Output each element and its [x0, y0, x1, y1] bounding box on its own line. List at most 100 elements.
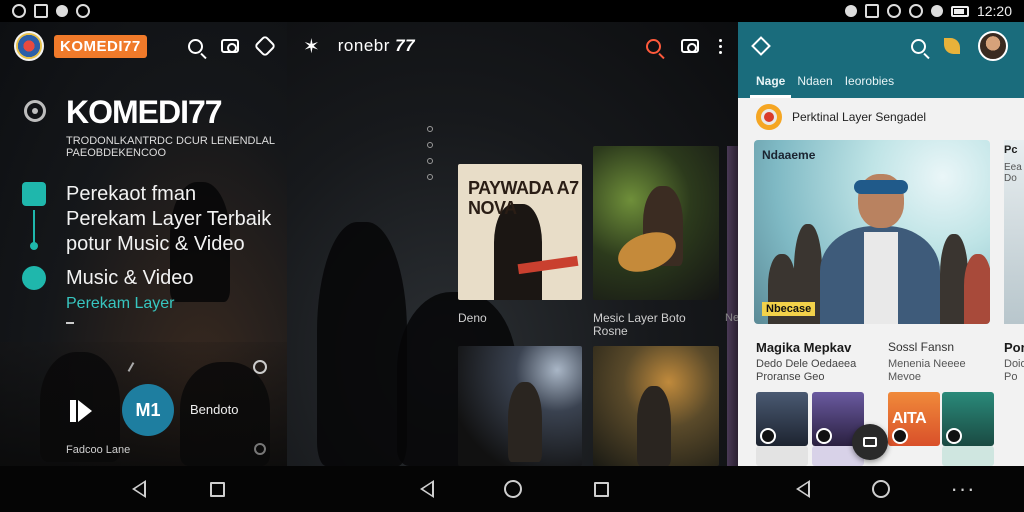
section-subtitle: Doio Po [1004, 358, 1024, 383]
navigation-bar: ··· [0, 466, 1024, 512]
header-actions [188, 34, 277, 58]
recents-button[interactable] [590, 478, 612, 500]
app-header: KOMEDI77 [0, 22, 287, 70]
badge-icon [946, 428, 962, 444]
background-silhouette [317, 222, 407, 466]
badge-icon [816, 428, 832, 444]
alarm-icon [886, 4, 901, 18]
thumbnail[interactable] [756, 392, 808, 446]
feature-text: Perekaot fman Perekam Layer Terbaik potu… [66, 182, 271, 257]
clock: 12:20 [976, 3, 1012, 19]
camera-icon[interactable] [681, 39, 699, 53]
bluetooth-icon [56, 5, 68, 17]
player-controls: M1 Bendoto [0, 342, 287, 466]
status-bar: 12:20 [0, 0, 1024, 22]
panel-browse: ✶ ronebr 77 PAYWADA A7 NOVA Deno Mesic L… [287, 22, 738, 466]
card-subtitle: Eea Do [1004, 162, 1022, 184]
star-icon[interactable]: ✶ [303, 34, 320, 59]
search-icon[interactable] [911, 38, 926, 54]
card-title: Pc [1004, 144, 1018, 156]
tab-nage[interactable]: Nage [750, 70, 792, 98]
diamond-icon[interactable] [751, 36, 771, 56]
tab-ndaen[interactable]: Ndaen [791, 70, 838, 98]
footer-text: Fadcoo Lane [66, 444, 131, 456]
app-name-badge: KOMEDI77 [54, 34, 147, 58]
crowd-figure [964, 254, 990, 324]
header-actions [911, 31, 1008, 61]
badge-icon [892, 428, 908, 444]
badge-icon [760, 428, 776, 444]
thumbnail[interactable] [942, 392, 994, 446]
thumbnail[interactable] [756, 446, 808, 466]
video-badge: Nbecase [762, 302, 816, 316]
recents-icon [209, 481, 225, 497]
video-tag: Ndaaeme [762, 148, 816, 162]
app-header: ✶ ronebr 77 [287, 22, 738, 70]
home-button[interactable] [870, 478, 892, 500]
previous-icon[interactable] [70, 398, 94, 424]
media-card[interactable] [593, 146, 719, 300]
back-icon [132, 480, 146, 498]
title-number: 77 [395, 36, 416, 55]
panel-home: KOMEDI77 KOMEDI77 TRODONLKANTRDC DCUR LE… [0, 22, 287, 466]
feature-line-3: potur Music & Video [66, 233, 245, 255]
leaf-icon[interactable] [944, 38, 960, 54]
expand-icon[interactable] [253, 360, 267, 374]
section-subtitle: Dedo Dele Oedaeea Proranse Geo [756, 358, 857, 383]
section-title[interactable]: Sossl Fansn [888, 340, 954, 354]
home-button[interactable] [502, 478, 524, 500]
share-icon[interactable] [253, 34, 277, 58]
record-icon [24, 100, 46, 122]
nfc-icon [864, 4, 879, 18]
recents-button[interactable] [206, 478, 228, 500]
recents-icon [593, 481, 609, 497]
channel-name: Perktinal Layer Sengadel [792, 110, 927, 124]
hero-brand: KOMEDI77 [66, 94, 223, 130]
host-headband [854, 180, 908, 194]
search-icon[interactable] [646, 38, 661, 54]
vibrate-icon [844, 5, 857, 17]
thumbnail[interactable] [942, 446, 994, 466]
search-icon[interactable] [188, 38, 203, 54]
section-subtitle: Menenia Neeee Mevoe [888, 358, 966, 383]
host-shirt [864, 232, 898, 324]
status-left-icons [12, 4, 90, 18]
more-icon[interactable] [719, 38, 722, 54]
thumbnail[interactable]: AITA [888, 392, 940, 446]
media-card[interactable]: PAYWADA A7 NOVA [458, 164, 582, 300]
status-right-icons: 12:20 [844, 3, 1012, 19]
back-button[interactable] [792, 478, 814, 500]
feature-subtitle: Perekam Layer [66, 295, 175, 312]
sync-icon [76, 4, 90, 18]
cast-button[interactable] [852, 424, 888, 460]
more-icon[interactable]: ··· [951, 478, 975, 500]
poster-figure [494, 204, 542, 300]
home-icon [872, 480, 890, 498]
back-icon [796, 480, 810, 498]
featured-video[interactable]: Ndaaeme Nbecase [754, 140, 990, 324]
thumbnail-text: AITA [892, 410, 927, 427]
edit-icon[interactable] [127, 362, 135, 372]
app-logo[interactable] [14, 31, 44, 61]
channel-row[interactable]: Perktinal Layer Sengadel [756, 104, 926, 130]
media-card[interactable] [593, 346, 719, 466]
info-icon[interactable] [254, 443, 266, 455]
artist-figure [637, 386, 671, 466]
card-label: Mesic Layer Boto Rosne [593, 311, 686, 338]
page-indicator[interactable] [427, 126, 433, 180]
media-card[interactable] [458, 346, 582, 466]
poster-title: PAYWADA A7 NOVA [468, 178, 579, 218]
card-label: Deno [458, 311, 487, 325]
feature-line-1: Music & Video [66, 267, 194, 289]
section-title[interactable]: Magika Mepkav [756, 340, 851, 355]
title-text: ronebr [337, 36, 390, 55]
media-card-peek[interactable] [727, 146, 738, 466]
panel-feed: Nage Ndaen Ieorobies Perktinal Layer Sen… [738, 22, 1024, 466]
avatar[interactable] [978, 31, 1008, 61]
back-button[interactable] [128, 478, 150, 500]
camera-icon[interactable] [221, 39, 239, 53]
play-button[interactable]: M1 [122, 384, 174, 436]
back-button[interactable] [416, 478, 438, 500]
section-title[interactable]: Por [1004, 340, 1024, 355]
tab-ieorobies[interactable]: Ieorobies [839, 70, 900, 98]
